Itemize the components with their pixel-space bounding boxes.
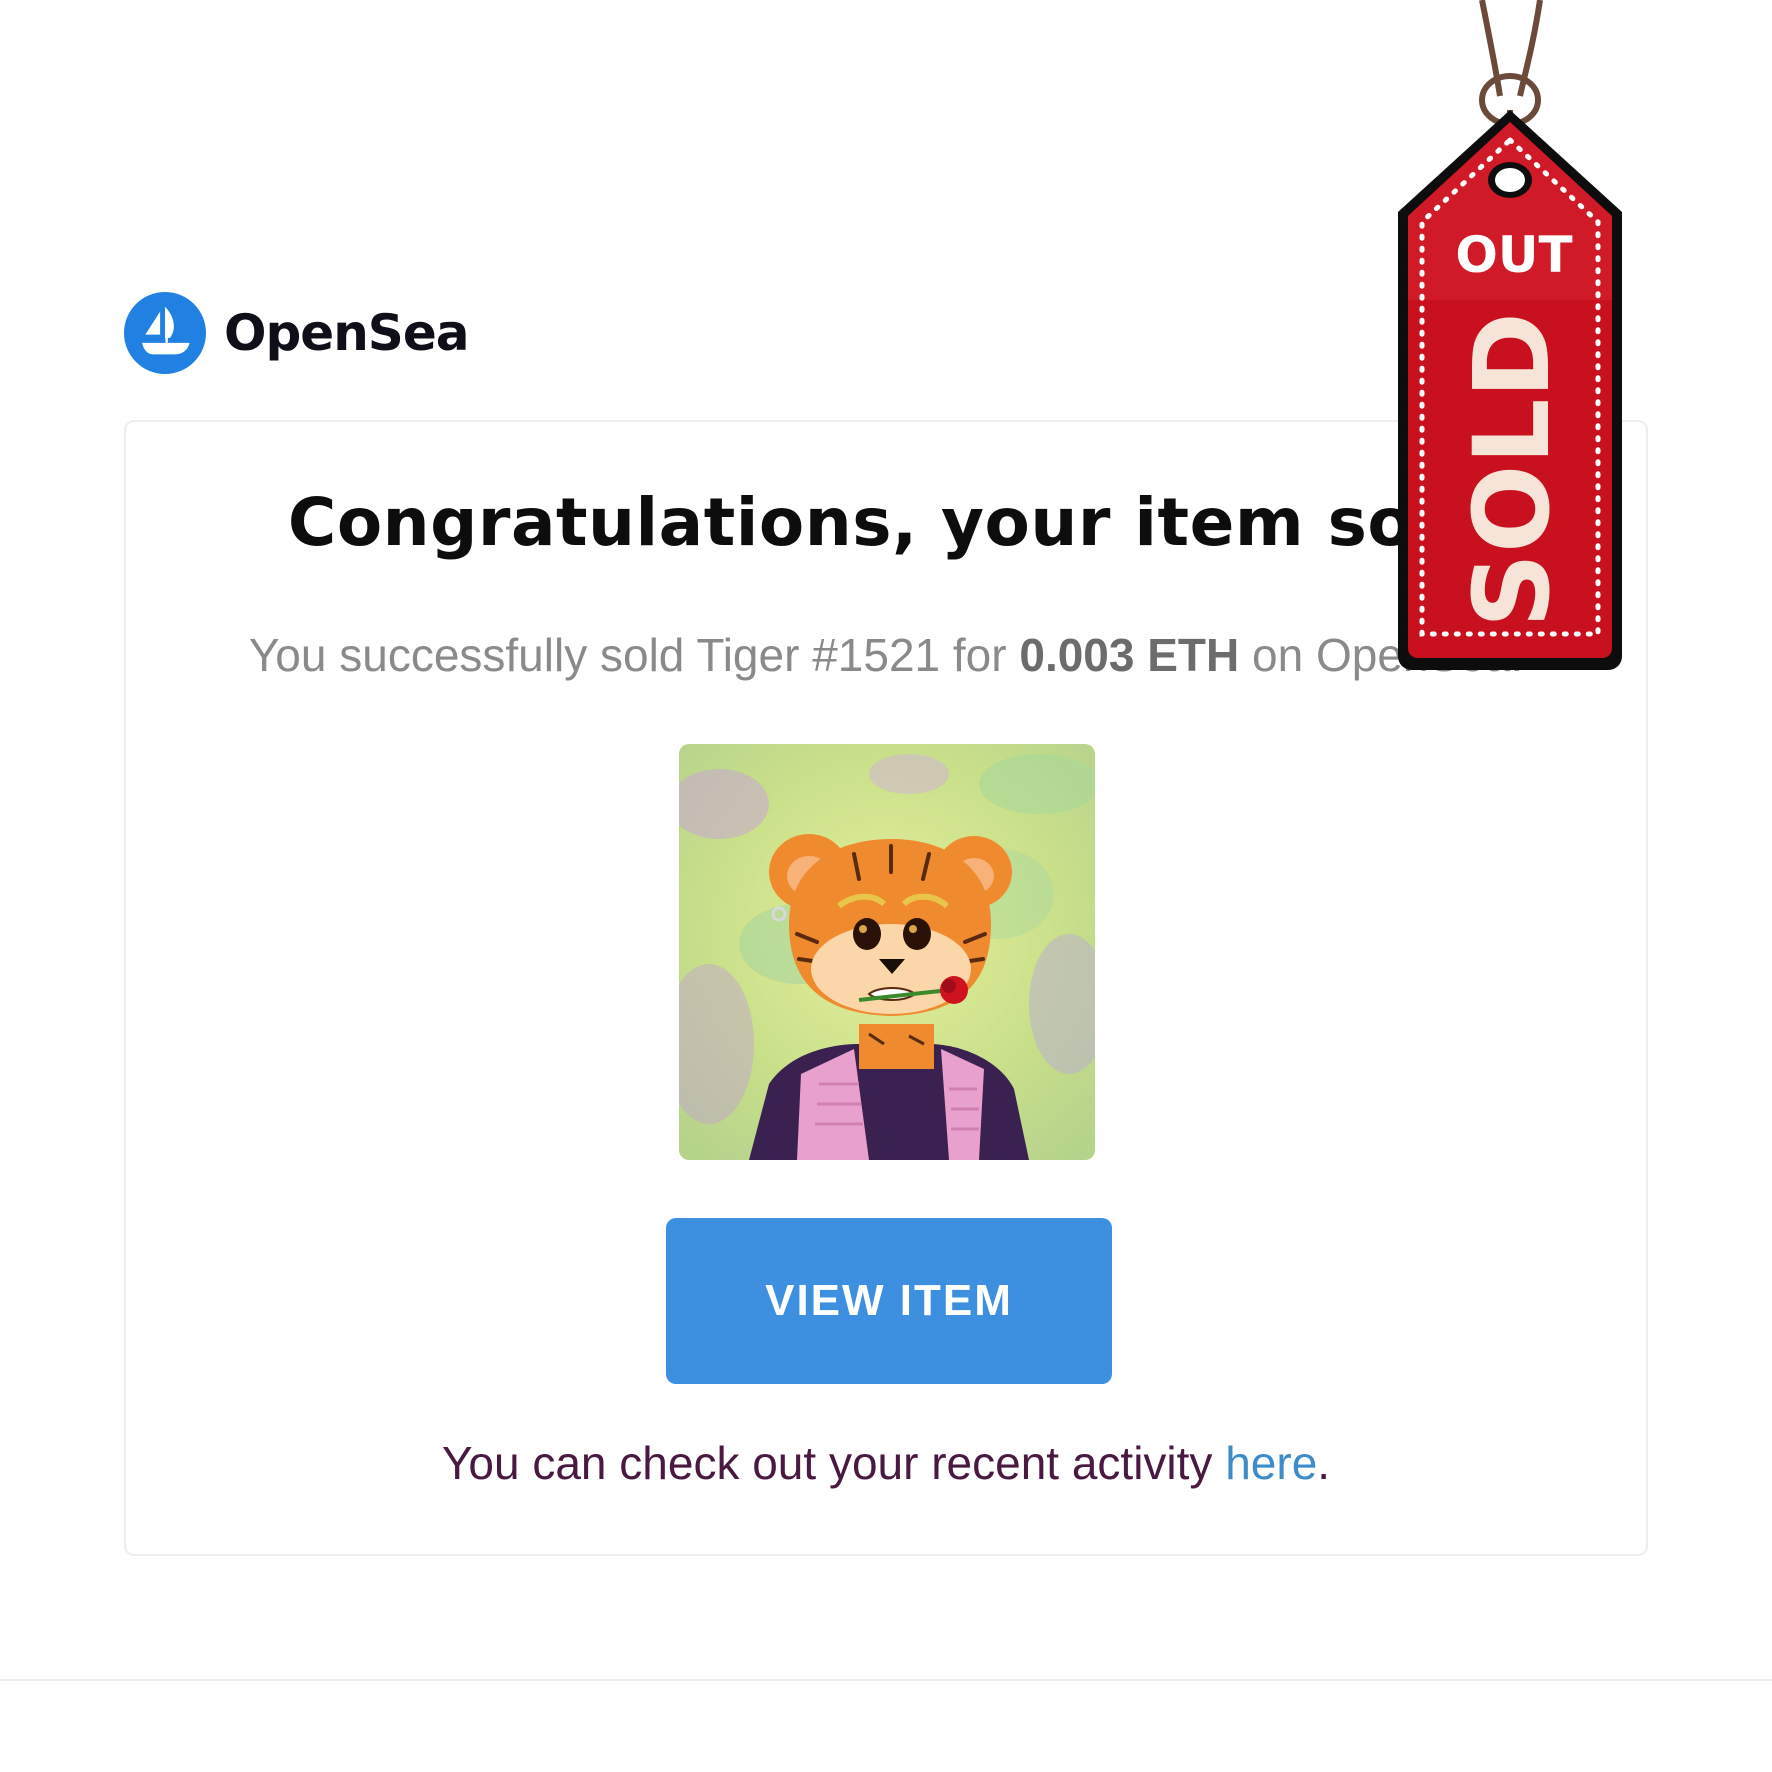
sale-amount: 0.003 ETH (1019, 629, 1240, 681)
brand-name: OpenSea (224, 304, 469, 362)
email-page: OpenSea Congratulations, your item sold … (0, 0, 1772, 1772)
tag-main-label: SOLD (1451, 312, 1573, 628)
tag-top-label: OUT (1455, 226, 1572, 284)
footer-divider (0, 1679, 1772, 1681)
view-item-button[interactable]: VIEW ITEM (666, 1218, 1112, 1384)
brand-header[interactable]: OpenSea (124, 292, 469, 374)
sale-summary-prefix: You successfully sold Tiger #1521 for (248, 629, 1020, 681)
opensea-logo-icon (124, 292, 206, 374)
recent-activity-link[interactable]: here (1225, 1437, 1317, 1489)
recent-activity-prefix: You can check out your recent activity (441, 1437, 1226, 1489)
nft-item-image[interactable] (679, 744, 1095, 1160)
recent-activity-text: You can check out your recent activity h… (126, 1436, 1646, 1490)
sold-out-tag-icon: OUT SOLD (1398, 0, 1622, 670)
recent-activity-end: . (1317, 1437, 1331, 1489)
